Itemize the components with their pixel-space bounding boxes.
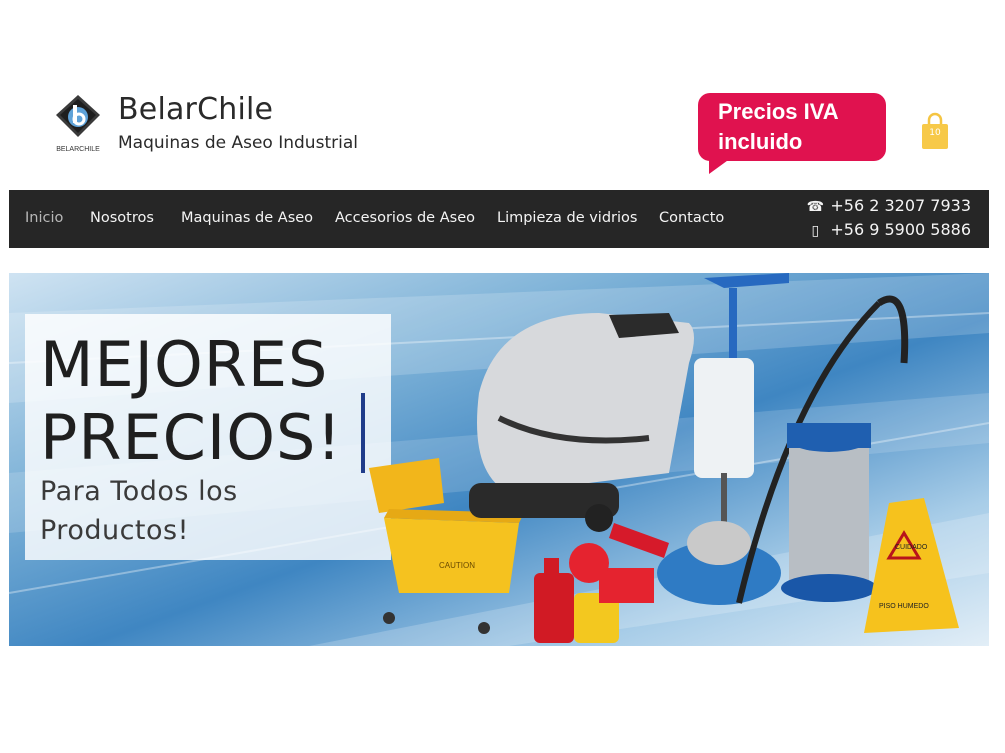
- nav-item-contacto[interactable]: Contacto: [659, 210, 724, 226]
- nav-item-inicio[interactable]: Inicio: [25, 210, 63, 226]
- main-navigation: Inicio Nosotros Maquinas de Aseo Accesor…: [9, 190, 989, 248]
- sign-text-piso-humedo: PISO HUMEDO: [879, 603, 929, 610]
- brand-name[interactable]: BelarChile: [118, 92, 273, 127]
- floor-scrubber-icon: [469, 313, 694, 532]
- cleaning-products-image: CAUTION CUIDADO PISO HUMEDO: [361, 273, 959, 643]
- cleaning-supplies-icon: [534, 523, 669, 643]
- brand-tagline: Maquinas de Aseo Industrial: [118, 133, 358, 153]
- iva-included-badge: Precios IVA incluido: [698, 93, 886, 161]
- phone-landline-number: +56 2 3207 7933: [830, 196, 971, 215]
- hero-title-line1: MEJORES: [40, 328, 329, 401]
- cart-count-badge: 10: [929, 128, 941, 138]
- iva-badge-tail: [709, 158, 731, 174]
- hero-subtitle-line2: Productos!: [40, 515, 189, 546]
- hero-title-line2: PRECIOS!: [40, 401, 343, 474]
- hero-banner[interactable]: MEJORES PRECIOS! Para Todos los Producto…: [9, 273, 989, 646]
- mobile-phone-icon: ▯: [811, 223, 820, 239]
- belarchile-logo-icon: BELARCHILE: [56, 95, 100, 153]
- hero-subtitle-line1: Para Todos los: [40, 476, 238, 507]
- logo-text: BELARCHILE: [56, 146, 100, 153]
- phone-landline[interactable]: ☎ +56 2 3207 7933: [806, 196, 971, 215]
- iva-badge-line2: incluido: [718, 129, 803, 154]
- nav-item-accesorios-de-aseo[interactable]: Accesorios de Aseo: [335, 210, 475, 226]
- wet-floor-sign-icon: CUIDADO PISO HUMEDO: [864, 498, 959, 633]
- phone-mobile-number: +56 9 5900 5886: [830, 220, 971, 239]
- iva-badge-line1: Precios IVA: [718, 99, 839, 124]
- sign-text-cuidado: CUIDADO: [895, 544, 928, 551]
- site-header: BELARCHILE BelarChile Maquinas de Aseo I…: [0, 0, 1005, 190]
- phone-mobile[interactable]: ▯ +56 9 5900 5886: [806, 220, 972, 239]
- nav-item-maquinas-de-aseo[interactable]: Maquinas de Aseo: [181, 210, 313, 226]
- bucket-caution-text: CAUTION: [439, 561, 475, 570]
- nav-item-nosotros[interactable]: Nosotros: [90, 210, 154, 226]
- phone-icon: ☎: [806, 199, 825, 215]
- nav-item-limpieza-de-vidrios[interactable]: Limpieza de vidrios: [497, 210, 637, 226]
